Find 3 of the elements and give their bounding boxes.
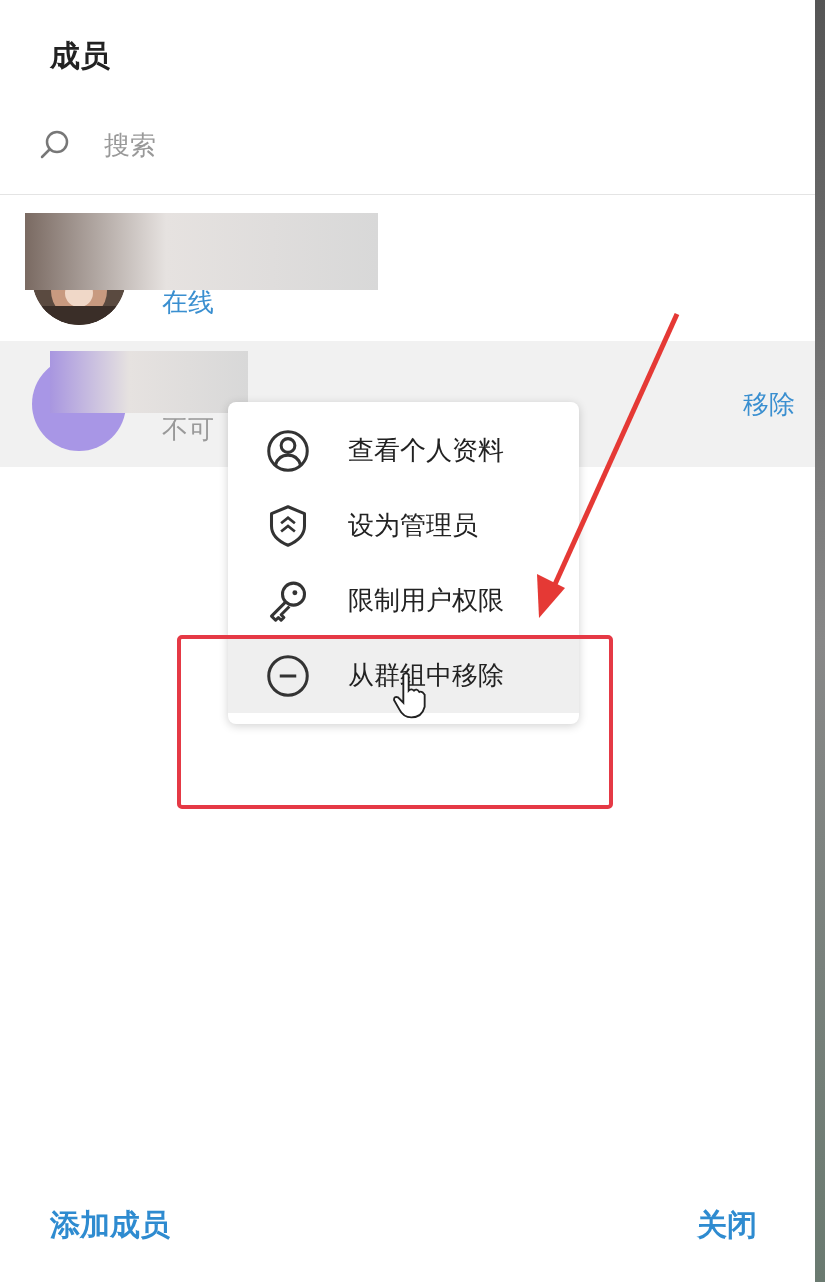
member-status: 在线	[162, 286, 215, 319]
dialog-title: 成员	[50, 37, 111, 75]
member-status: 不可	[162, 412, 215, 446]
